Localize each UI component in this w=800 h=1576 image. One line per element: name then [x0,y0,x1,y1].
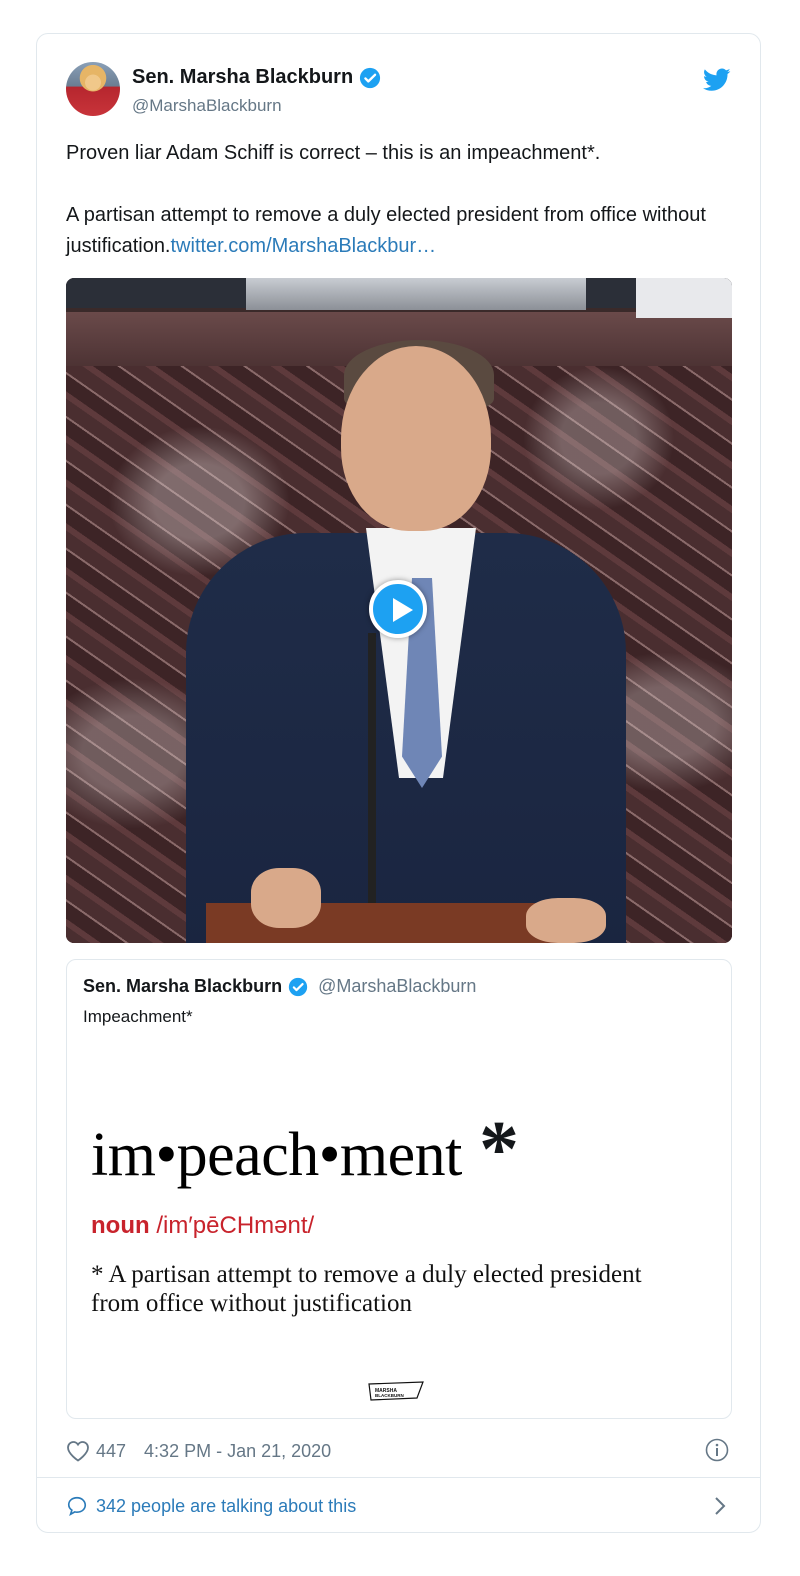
part-of-speech: noun [91,1212,150,1239]
definition-text: * A partisan attempt to remove a duly el… [91,1261,642,1317]
tweet-link[interactable]: twitter.com/MarshaBlackbur… [171,235,437,257]
quoted-author-handle: @MarshaBlackburn [318,976,477,996]
speech-bubble-icon [67,1496,87,1516]
timestamp[interactable]: 4:32 PM - Jan 21, 2020 [144,1441,331,1462]
definition-pos-line: noun /im′pēCHmənt/ [91,1212,314,1240]
twitter-bird-icon[interactable] [703,68,731,92]
definition-asterisk: * [479,1106,519,1194]
verified-badge-icon [288,977,308,996]
quoted-author-name: Sen. Marsha Blackburn [83,976,283,996]
chevron-right-icon[interactable] [713,1495,727,1517]
like-count[interactable]: 447 [96,1441,126,1462]
footer-divider [37,1477,760,1478]
tweet-text: Proven liar Adam Schiff is correct – thi… [66,138,736,262]
tweet-text-line2: A partisan attempt to remove a duly elec… [66,200,736,262]
author-handle[interactable]: @MarshaBlackburn [132,96,282,116]
definition-word: im•peach•ment [91,1121,462,1189]
svg-text:BLACKBURN: BLACKBURN [375,1393,404,1398]
paper-right [636,278,732,318]
author-name[interactable]: Sen. Marsha Blackburn [132,66,353,89]
speaker-hand-left [251,868,321,928]
microphone [368,633,376,943]
speaker-head [341,346,491,531]
quoted-tweet-text: Impeachment* [83,1007,193,1026]
conversation-link[interactable]: 342 people are talking about this [66,1491,731,1521]
verified-badge-icon [360,67,381,88]
talking-count[interactable]: 342 people are talking about this [96,1496,356,1517]
avatar[interactable] [66,62,120,116]
papers [246,278,586,310]
quoted-author-row: Sen. Marsha Blackburn @MarshaBlackburn [83,976,476,997]
tweet-text-line1: Proven liar Adam Schiff is correct – thi… [66,142,601,164]
info-icon[interactable] [705,1438,729,1462]
play-icon[interactable] [369,580,427,638]
pronunciation: /im′pēCHmənt/ [156,1212,315,1239]
heart-icon[interactable] [66,1440,90,1462]
speaker-hand-right [526,898,606,943]
marsha-blackburn-logo: MARSHA BLACKBURN [368,1381,424,1401]
author-row: Sen. Marsha Blackburn [132,66,381,89]
tweet-card: Sen. Marsha Blackburn @MarshaBlackburn P… [36,33,761,1533]
tweet-header: Sen. Marsha Blackburn @MarshaBlackburn [66,62,731,118]
tweet-meta: 447 4:32 PM - Jan 21, 2020 [66,1436,731,1466]
quoted-tweet[interactable]: Sen. Marsha Blackburn @MarshaBlackburn I… [66,959,732,1419]
video-player[interactable] [66,278,732,943]
